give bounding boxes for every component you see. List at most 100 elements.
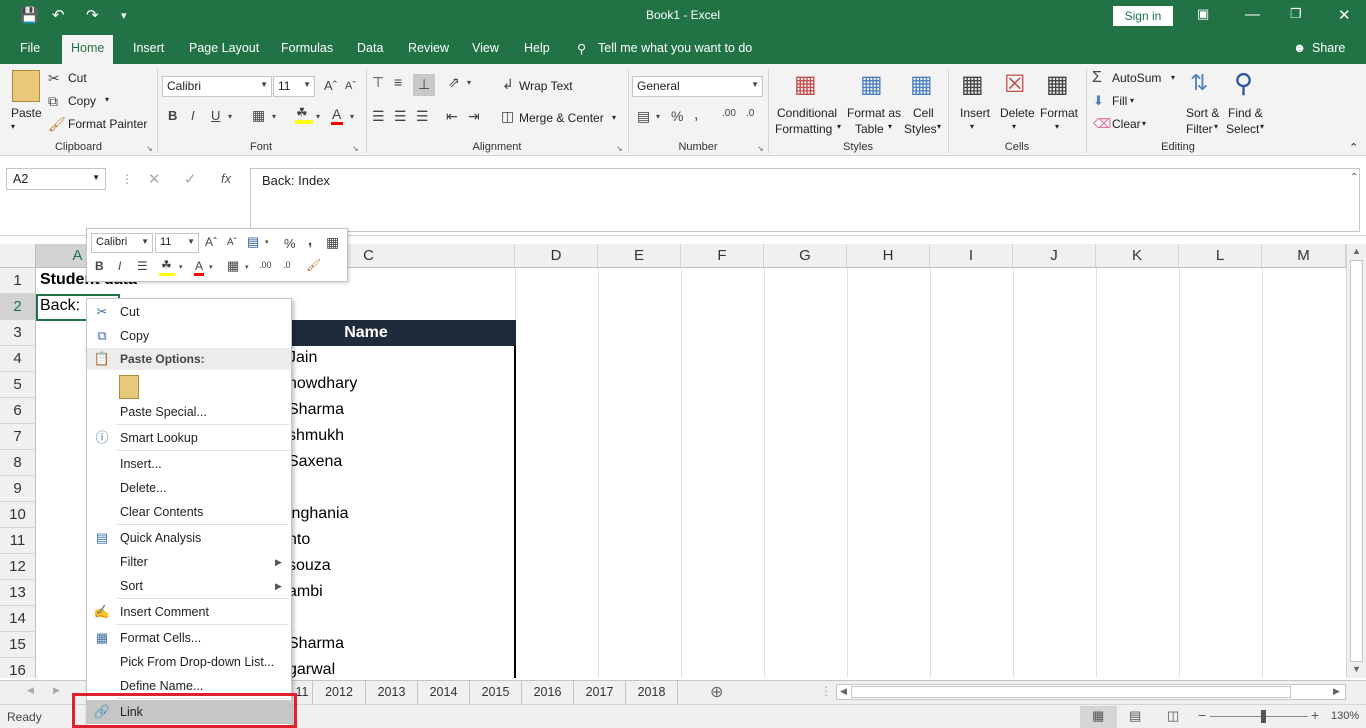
font-name-combo[interactable]: Calibri ▼ bbox=[162, 76, 272, 97]
find-select-line-1[interactable]: Find & bbox=[1228, 106, 1263, 120]
clear-dropdown-icon[interactable]: ▾ bbox=[1142, 119, 1146, 128]
increase-decimal-icon[interactable]: .00 bbox=[722, 108, 736, 119]
mini-font-size-combo[interactable]: 11 ▼ bbox=[155, 233, 199, 253]
clear-button[interactable]: Clear bbox=[1112, 117, 1141, 131]
column-header-l[interactable]: L bbox=[1179, 244, 1262, 268]
cell-styles-line-1[interactable]: Cell bbox=[913, 106, 934, 120]
row-header-16[interactable]: 16 bbox=[0, 658, 36, 678]
conditional-formatting-line-1[interactable]: Conditional bbox=[777, 106, 837, 120]
merge-center-button[interactable]: Merge & Center bbox=[519, 111, 604, 125]
tab-page-layout[interactable]: Page Layout bbox=[189, 41, 259, 55]
name-cell[interactable]: ambi bbox=[288, 583, 323, 601]
decrease-decimal-icon[interactable]: .0 bbox=[746, 108, 754, 119]
format-painter-button[interactable]: Format Painter bbox=[68, 117, 147, 131]
collapse-ribbon-icon[interactable]: ⌃ bbox=[1349, 141, 1358, 154]
name-box[interactable]: A2 ▼ bbox=[6, 168, 106, 190]
horizontal-scrollbar[interactable]: ◀ ▶ bbox=[836, 684, 1346, 700]
name-cell[interactable]: shmukh bbox=[288, 427, 344, 445]
menu-item-delete[interactable]: Delete... bbox=[87, 476, 291, 500]
borders-icon[interactable]: ▦ bbox=[252, 107, 265, 124]
insert-cells-button[interactable]: Insert bbox=[960, 106, 990, 120]
paste-option-button[interactable] bbox=[119, 375, 139, 399]
column-header-i[interactable]: I bbox=[930, 244, 1013, 268]
row-header-8[interactable]: 8 bbox=[0, 450, 36, 476]
row-header-1[interactable]: 1 bbox=[0, 268, 36, 294]
row-header-10[interactable]: 10 bbox=[0, 502, 36, 528]
accounting-dropdown-icon[interactable]: ▾ bbox=[656, 112, 660, 121]
align-left-icon[interactable]: ☰ bbox=[372, 108, 385, 125]
insert-dropdown-icon[interactable]: ▾ bbox=[970, 122, 974, 131]
name-cell[interactable]: Jain bbox=[288, 349, 317, 367]
menu-item-cut[interactable]: ✂ Cut bbox=[87, 300, 291, 324]
column-header-j[interactable]: J bbox=[1013, 244, 1096, 268]
mini-font-name-combo[interactable]: Calibri ▼ bbox=[91, 233, 153, 253]
mini-font-color-dropdown-icon[interactable]: ▾ bbox=[209, 263, 213, 271]
row-header-9[interactable]: 9 bbox=[0, 476, 36, 502]
mini-comma-icon[interactable]: , bbox=[308, 232, 312, 249]
zoom-slider[interactable] bbox=[1210, 716, 1308, 717]
delete-dropdown-icon[interactable]: ▾ bbox=[1012, 122, 1016, 131]
dialog-launcher-icon[interactable]: ↘ bbox=[757, 144, 764, 153]
increase-indent-icon[interactable]: ⇥ bbox=[468, 108, 480, 125]
mini-format-painter-icon[interactable]: 🖌 bbox=[306, 258, 321, 272]
align-center-icon[interactable]: ☰ bbox=[394, 108, 407, 125]
borders-dropdown-icon[interactable]: ▾ bbox=[272, 112, 276, 121]
next-sheet-icon[interactable]: ▶ bbox=[53, 685, 60, 696]
delete-cells-button[interactable]: Delete bbox=[1000, 106, 1035, 120]
middle-align-icon[interactable]: ≡ bbox=[394, 74, 402, 90]
name-cell[interactable]: Saxena bbox=[288, 453, 342, 471]
decrease-font-icon[interactable]: Aˇ bbox=[345, 80, 356, 92]
format-as-table-dropdown-icon[interactable]: ▾ bbox=[888, 122, 892, 131]
row-header-2[interactable]: 2 bbox=[0, 294, 36, 320]
zoom-in-icon[interactable]: + bbox=[1311, 707, 1319, 723]
menu-item-filter[interactable]: Filter ▶ bbox=[87, 550, 291, 574]
sheet-tab[interactable]: 2013 bbox=[366, 681, 418, 704]
cancel-icon[interactable]: ✕ bbox=[148, 170, 161, 188]
column-header-k[interactable]: K bbox=[1096, 244, 1179, 268]
conditional-formatting-dropdown-icon[interactable]: ▾ bbox=[837, 122, 841, 131]
insert-function-icon[interactable]: fx bbox=[221, 171, 231, 186]
orientation-icon[interactable]: ⇗ bbox=[448, 74, 460, 91]
autosum-button[interactable]: AutoSum bbox=[1112, 71, 1161, 85]
sheet-tab[interactable]: 2014 bbox=[418, 681, 470, 704]
row-header-7[interactable]: 7 bbox=[0, 424, 36, 450]
fill-dropdown-icon[interactable]: ▾ bbox=[1130, 96, 1134, 105]
bold-icon[interactable]: B bbox=[168, 108, 177, 123]
row-header-11[interactable]: 11 bbox=[0, 528, 36, 554]
conditional-formatting-line-2[interactable]: Formatting bbox=[775, 122, 832, 136]
mini-decrease-decimal-icon[interactable]: .0 bbox=[283, 260, 291, 270]
zoom-slider-thumb[interactable] bbox=[1261, 710, 1266, 723]
tab-insert[interactable]: Insert bbox=[133, 41, 164, 55]
sign-in-button[interactable]: Sign in bbox=[1113, 6, 1173, 26]
restore-icon[interactable]: ❐ bbox=[1290, 6, 1302, 22]
mini-bold-icon[interactable]: B bbox=[95, 259, 104, 273]
tab-home[interactable]: Home bbox=[62, 35, 114, 64]
paste-dropdown-icon[interactable]: ▾ bbox=[11, 122, 15, 131]
scroll-right-icon[interactable]: ▶ bbox=[1333, 686, 1340, 697]
mini-decrease-font-icon[interactable]: Aˇ bbox=[227, 237, 237, 248]
find-select-line-2[interactable]: Select bbox=[1226, 122, 1259, 136]
font-size-combo[interactable]: 11 ▼ bbox=[273, 76, 315, 97]
fill-button[interactable]: Fill bbox=[1112, 94, 1127, 108]
row-header-14[interactable]: 14 bbox=[0, 606, 36, 632]
menu-item-insert[interactable]: Insert... bbox=[87, 452, 291, 476]
share-button[interactable]: Share bbox=[1312, 41, 1345, 55]
mini-percent-icon[interactable]: % bbox=[284, 236, 296, 251]
tell-me-search[interactable]: Tell me what you want to do bbox=[598, 41, 752, 55]
comma-style-icon[interactable]: , bbox=[694, 106, 698, 124]
new-sheet-icon[interactable]: ⊕ bbox=[710, 682, 723, 702]
paste-icon[interactable] bbox=[12, 70, 40, 102]
fill-color-icon[interactable]: ☘ bbox=[296, 105, 308, 121]
scroll-down-icon[interactable]: ▼ bbox=[1352, 664, 1361, 674]
cell-styles-dropdown-icon[interactable]: ▾ bbox=[937, 122, 941, 131]
mini-font-color-icon[interactable]: A bbox=[195, 259, 203, 273]
menu-item-clear-contents[interactable]: Clear Contents bbox=[87, 500, 291, 524]
dialog-launcher-icon[interactable]: ↘ bbox=[616, 144, 623, 153]
sheet-tab[interactable]: 2015 bbox=[470, 681, 522, 704]
sort-filter-dropdown-icon[interactable]: ▾ bbox=[1214, 122, 1218, 131]
row-header-15[interactable]: 15 bbox=[0, 632, 36, 658]
top-align-icon[interactable]: ⊤ bbox=[372, 74, 384, 91]
mini-accounting-dropdown-icon[interactable]: ▾ bbox=[265, 238, 269, 246]
name-cell[interactable]: Sharma bbox=[288, 401, 344, 419]
menu-item-format-cells[interactable]: ▦ Format Cells... bbox=[87, 626, 291, 650]
